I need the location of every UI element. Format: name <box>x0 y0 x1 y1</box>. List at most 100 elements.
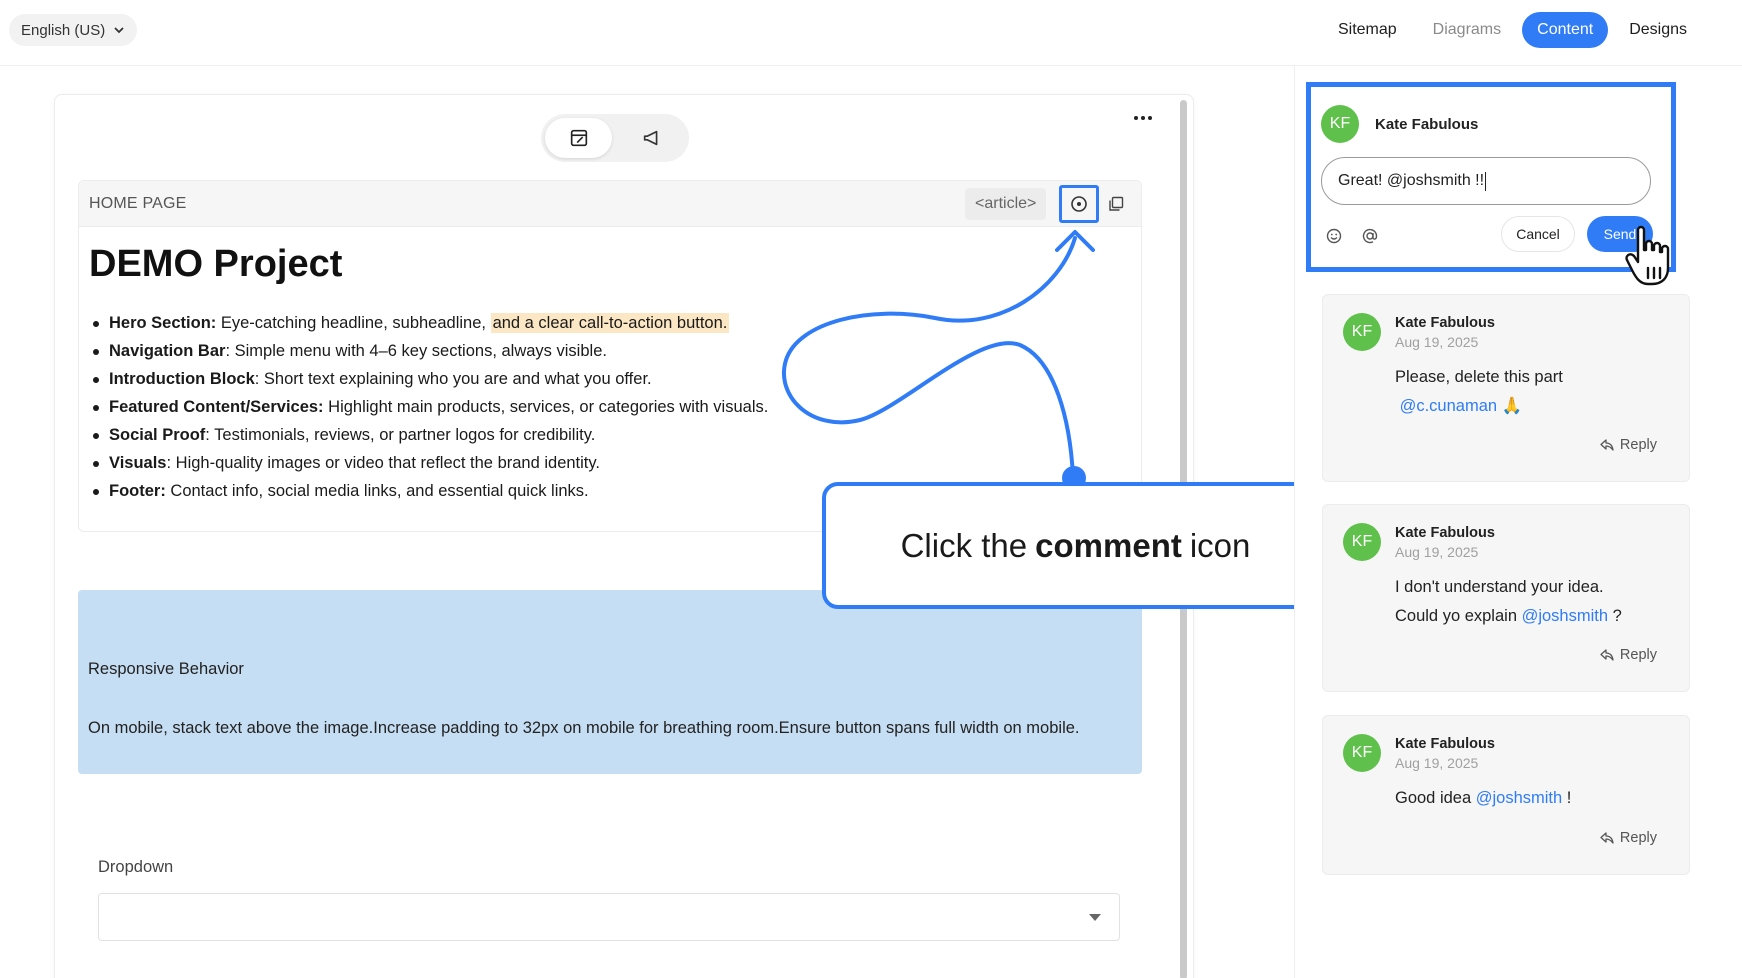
callout-text-after: icon <box>1189 526 1251 564</box>
element-tag: <article> <box>965 188 1047 220</box>
item-text: : High-quality images or video that refl… <box>166 454 600 472</box>
reply-icon <box>1600 649 1614 661</box>
dot <box>1141 116 1145 120</box>
comment-trail: 🙏 <box>1497 397 1523 415</box>
avatar: KF <box>1343 523 1381 561</box>
item-text: Highlight main products, services, or ca… <box>323 398 769 416</box>
avatar: KF <box>1343 734 1381 772</box>
cancel-button[interactable]: Cancel <box>1501 216 1575 252</box>
item-text: Eye-catching headline, subheadline, <box>216 314 491 332</box>
item-heading: Visuals <box>109 454 167 472</box>
responsive-title: Responsive Behavior <box>88 660 244 678</box>
item-text: : Testimonials, reviews, or partner logo… <box>205 426 596 444</box>
item-heading: Footer: <box>109 482 166 500</box>
comment-button[interactable] <box>1059 185 1099 223</box>
comment-date: Aug 19, 2025 <box>1395 334 1479 350</box>
responsive-block[interactable]: Responsive Behavior On mobile, stack tex… <box>78 590 1142 774</box>
list-item: Navigation Bar: Simple menu with 4–6 key… <box>89 337 989 365</box>
responsive-text: On mobile, stack text above the image.In… <box>88 719 1080 737</box>
comment-card: KF Kate Fabulous Aug 19, 2025 I don't un… <box>1322 504 1690 692</box>
item-heading: Hero Section: <box>109 314 217 332</box>
announce-view-button[interactable] <box>618 118 685 158</box>
tutorial-callout: Click the comment icon <box>822 482 1329 609</box>
comment-line: Please, delete this part <box>1395 368 1563 386</box>
mention-link[interactable]: @joshsmith <box>1522 607 1608 625</box>
mention-link[interactable]: @c.cunaman <box>1400 397 1497 415</box>
highlighted-text[interactable]: and a clear call-to-action button. <box>490 313 730 333</box>
emoji-icon[interactable] <box>1325 227 1343 245</box>
list-item: Introduction Block: Short text explainin… <box>89 365 989 393</box>
comment-trail: ? <box>1608 607 1622 625</box>
language-label: English (US) <box>21 21 106 39</box>
comment-line: Could yo explain @joshsmith ? <box>1395 602 1675 631</box>
list-item: Hero Section: Eye-catching headline, sub… <box>89 309 989 337</box>
nav-content[interactable]: Content <box>1522 12 1609 48</box>
megaphone-icon <box>643 130 657 146</box>
article-header: HOME PAGE <article> <box>79 181 1141 227</box>
comment-composer: KF Kate Fabulous Great! @joshsmith !! Ca… <box>1306 82 1676 272</box>
item-text: : Simple menu with 4–6 key sections, alw… <box>225 342 607 360</box>
copy-button[interactable] <box>1105 193 1127 215</box>
reply-button[interactable]: Reply <box>1600 830 1657 846</box>
dot <box>1134 116 1138 120</box>
reply-label: Reply <box>1619 647 1657 663</box>
composer-author: Kate Fabulous <box>1375 116 1479 133</box>
comment-card: KF Kate Fabulous Aug 19, 2025 Please, de… <box>1322 294 1690 482</box>
composer-tools <box>1325 227 1379 245</box>
item-heading: Introduction Block <box>109 370 255 388</box>
article-block: HOME PAGE <article> DEMO Project Hero Se… <box>78 180 1142 532</box>
edit-view-button[interactable] <box>545 118 612 158</box>
mention-link[interactable]: @joshsmith <box>1476 789 1562 807</box>
item-heading: Featured Content/Services: <box>109 398 324 416</box>
text-caret <box>1485 171 1487 191</box>
nav-diagrams[interactable]: Diagrams <box>1418 12 1516 48</box>
comment-body: Good idea @joshsmith ! <box>1395 784 1675 813</box>
callout-text-bold: comment <box>1035 526 1182 564</box>
comment-prefix: Could yo explain <box>1395 607 1522 625</box>
dropdown-select[interactable] <box>98 893 1120 941</box>
article-title: DEMO Project <box>89 243 343 285</box>
comment-icon <box>1071 196 1087 212</box>
comment-date: Aug 19, 2025 <box>1395 755 1479 771</box>
item-text: Contact info, social media links, and es… <box>165 482 589 500</box>
note-edit-icon <box>570 129 587 147</box>
reply-button[interactable]: Reply <box>1600 647 1657 663</box>
callout-text-before: Click the <box>900 526 1028 564</box>
comment-card: KF Kate Fabulous Aug 19, 2025 Good idea … <box>1322 715 1690 875</box>
reply-label: Reply <box>1619 437 1657 453</box>
comment-input[interactable]: Great! @joshsmith !! <box>1321 157 1651 205</box>
top-nav: Sitemap Diagrams Content Designs <box>1323 12 1702 48</box>
comment-body: Please, delete this part @c.cunaman 🙏 <box>1395 363 1675 421</box>
reply-button[interactable]: Reply <box>1600 437 1657 453</box>
top-bar: English (US) Sitemap Diagrams Content De… <box>0 0 1742 66</box>
feature-list: Hero Section: Eye-catching headline, sub… <box>89 309 989 505</box>
avatar: KF <box>1321 105 1359 143</box>
copy-icon <box>1109 196 1124 211</box>
chevron-down-icon <box>114 27 124 34</box>
avatar: KF <box>1343 313 1381 351</box>
comment-line: I don't understand your idea. <box>1395 578 1604 596</box>
item-text: : Short text explaining who you are and … <box>254 370 652 388</box>
more-options-button[interactable] <box>1127 108 1159 128</box>
view-toggle <box>541 114 689 162</box>
hand-pointer-icon <box>1625 225 1670 286</box>
comment-input-value: Great! @joshsmith !! <box>1338 172 1485 189</box>
comment-author: Kate Fabulous <box>1395 525 1495 541</box>
language-selector[interactable]: English (US) <box>9 14 138 46</box>
comment-line: Good idea @joshsmith ! <box>1395 784 1675 813</box>
mention-icon[interactable] <box>1361 227 1379 245</box>
item-heading: Social Proof <box>109 426 206 444</box>
comment-date: Aug 19, 2025 <box>1395 544 1479 560</box>
dot <box>1148 116 1152 120</box>
nav-sitemap[interactable]: Sitemap <box>1323 12 1412 48</box>
item-heading: Navigation Bar <box>109 342 226 360</box>
comment-trail: ! <box>1562 789 1572 807</box>
nav-designs[interactable]: Designs <box>1614 12 1702 48</box>
comment-author: Kate Fabulous <box>1395 315 1495 331</box>
comment-author: Kate Fabulous <box>1395 736 1495 752</box>
list-item: Featured Content/Services: Highlight mai… <box>89 393 989 421</box>
list-item: Visuals: High-quality images or video th… <box>89 449 989 477</box>
page-label: HOME PAGE <box>89 195 187 212</box>
comment-prefix: Good idea <box>1395 789 1476 807</box>
comment-body: I don't understand your idea. Could yo e… <box>1395 573 1675 631</box>
